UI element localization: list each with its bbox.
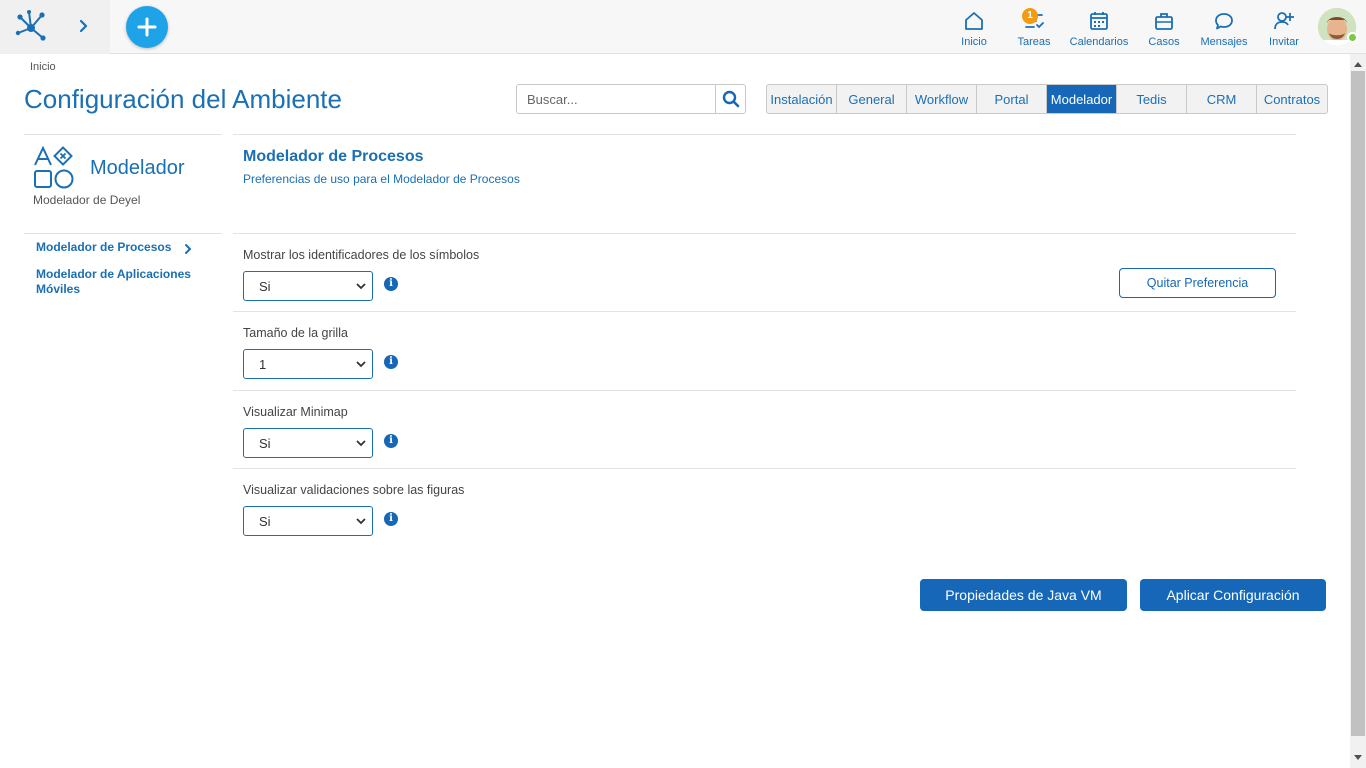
config-tabs: Instalación General Workflow Portal Mode… <box>766 84 1328 114</box>
breadcrumb[interactable]: Inicio <box>30 61 56 73</box>
shapes-icon <box>34 146 74 189</box>
nav-label: Casos <box>1148 36 1180 48</box>
page-title: Configuración del Ambiente <box>24 84 342 114</box>
chevron-down-icon <box>356 440 366 447</box>
section-header: Modelador de Procesos Preferencias de us… <box>233 134 1296 234</box>
scroll-up-icon[interactable] <box>1354 62 1362 67</box>
nav-label: Tareas <box>1017 36 1051 48</box>
nav-casos[interactable]: Casos <box>1134 0 1194 54</box>
select-value: 1 <box>259 356 267 372</box>
chevron-down-icon <box>356 361 366 368</box>
tab-instalacion[interactable]: Instalación <box>767 85 837 113</box>
search-input[interactable] <box>517 85 717 113</box>
info-icon[interactable]: i <box>384 277 398 291</box>
nav-calendarios[interactable]: Calendarios <box>1064 0 1134 54</box>
tab-modelador[interactable]: Modelador <box>1047 85 1117 113</box>
nav-inicio[interactable]: Inicio <box>944 0 1004 54</box>
nav-mensajes[interactable]: Mensajes <box>1194 0 1254 54</box>
apply-configuration-button[interactable]: Aplicar Configuración <box>1140 579 1326 611</box>
add-button[interactable] <box>126 6 168 48</box>
nav-label: Invitar <box>1269 36 1299 48</box>
select-value: Si <box>259 278 271 294</box>
section-title: Modelador de Procesos <box>243 148 424 165</box>
scroll-down-icon[interactable] <box>1354 755 1362 760</box>
pref-label: Visualizar validaciones sobre las figura… <box>243 483 465 497</box>
nav-label: Mensajes <box>1200 36 1248 48</box>
scroll-thumb[interactable] <box>1351 71 1365 736</box>
add-user-icon <box>1274 12 1294 30</box>
select-value: Si <box>259 435 271 451</box>
show-identifiers-select[interactable]: Si <box>243 271 373 301</box>
chevron-down-icon <box>356 518 366 525</box>
pref-label: Tamaño de la grilla <box>243 326 348 340</box>
calendar-icon <box>1090 12 1108 30</box>
pref-label: Visualizar Minimap <box>243 405 348 419</box>
info-icon[interactable]: i <box>384 355 398 369</box>
tab-contratos[interactable]: Contratos <box>1257 85 1327 113</box>
search-box <box>516 84 746 114</box>
pref-row: Visualizar Minimap Si i <box>233 391 1296 469</box>
pref-row: Visualizar validaciones sobre las figura… <box>233 469 1296 549</box>
nav-invitar[interactable]: Invitar <box>1254 0 1314 54</box>
chevron-right-icon <box>185 244 191 254</box>
remove-preference-button[interactable]: Quitar Preferencia <box>1119 268 1276 298</box>
pref-label: Mostrar los identificadores de los símbo… <box>243 248 480 262</box>
sidebar-item-label: Modelador de Aplicaciones Móviles <box>36 267 191 296</box>
sidebar-title: Modelador <box>90 157 185 179</box>
nav-label: Inicio <box>961 36 987 48</box>
tab-crm[interactable]: CRM <box>1187 85 1257 113</box>
search-button[interactable] <box>715 85 745 113</box>
briefcase-icon <box>1155 13 1173 30</box>
tasks-badge: 1 <box>1022 8 1038 24</box>
info-icon[interactable]: i <box>384 512 398 526</box>
sidebar-header: Modelador Modelador de Deyel <box>24 134 222 217</box>
validations-select[interactable]: Si <box>243 506 373 536</box>
deyel-logo-icon[interactable] <box>14 9 48 43</box>
java-vm-properties-button[interactable]: Propiedades de Java VM <box>920 579 1127 611</box>
vertical-scrollbar[interactable] <box>1350 54 1366 768</box>
nav-label: Calendarios <box>1069 36 1129 48</box>
chat-icon <box>1215 13 1233 30</box>
sidebar-item-modelador-aplicaciones[interactable]: Modelador de Aplicaciones Móviles <box>36 267 211 297</box>
home-icon <box>965 12 983 30</box>
online-status-badge <box>1347 32 1358 43</box>
grid-size-select[interactable]: 1 <box>243 349 373 379</box>
sidebar-nav: Modelador de Procesos Modelador de Aplic… <box>24 233 222 296</box>
sidebar-item-modelador-procesos[interactable]: Modelador de Procesos <box>36 240 171 255</box>
user-menu[interactable] <box>1314 0 1366 54</box>
logo-area <box>0 0 110 54</box>
sidebar-item-label: Modelador de Procesos <box>36 240 172 254</box>
section-subtitle: Preferencias de uso para el Modelador de… <box>243 172 520 186</box>
tab-portal[interactable]: Portal <box>977 85 1047 113</box>
plus-icon <box>137 17 157 37</box>
select-value: Si <box>259 513 271 529</box>
nav-tareas[interactable]: 1 Tareas <box>1004 0 1064 54</box>
top-nav: Inicio 1 Tareas Calendarios Casos Mensaj… <box>944 0 1366 54</box>
tab-workflow[interactable]: Workflow <box>907 85 977 113</box>
info-icon[interactable]: i <box>384 434 398 448</box>
tab-general[interactable]: General <box>837 85 907 113</box>
pref-row: Tamaño de la grilla 1 i <box>233 312 1296 391</box>
top-bar: Inicio 1 Tareas Calendarios Casos Mensaj… <box>0 0 1366 54</box>
search-icon <box>722 90 739 108</box>
chevron-down-icon <box>356 283 366 290</box>
chevron-right-icon[interactable] <box>76 17 92 35</box>
tab-tedis[interactable]: Tedis <box>1117 85 1187 113</box>
sidebar-subtitle: Modelador de Deyel <box>33 193 141 207</box>
minimap-select[interactable]: Si <box>243 428 373 458</box>
